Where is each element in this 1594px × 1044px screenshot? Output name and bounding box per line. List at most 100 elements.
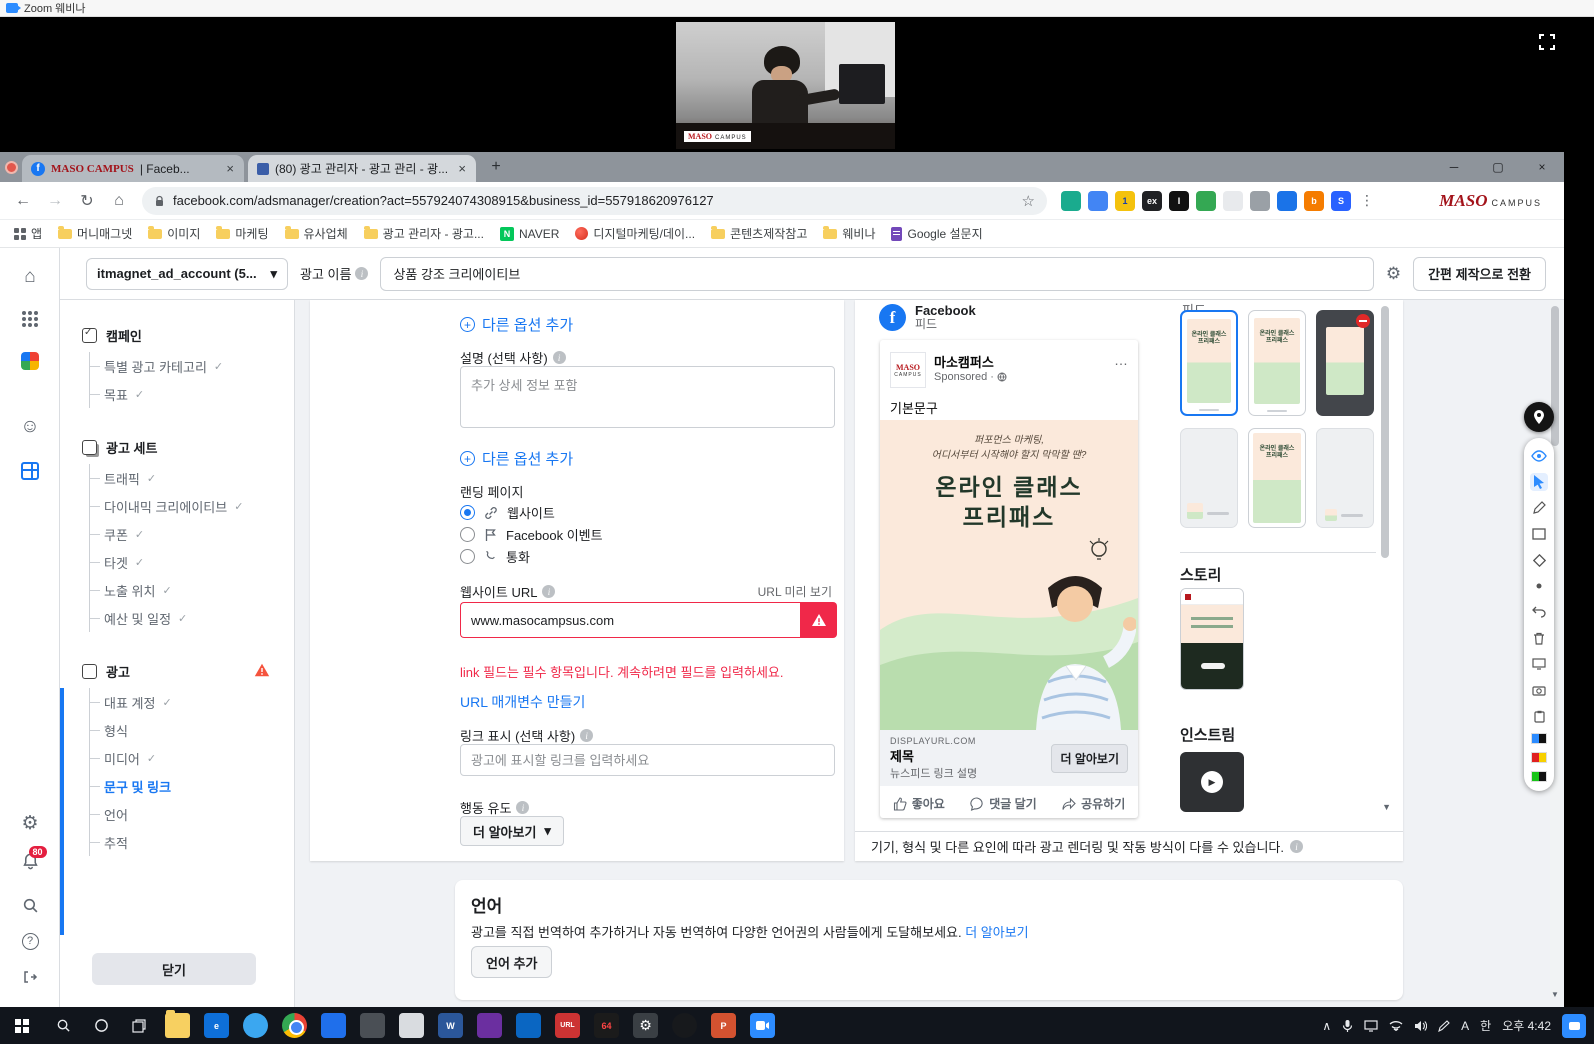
app-icon[interactable] <box>360 1013 385 1038</box>
nav-item-format[interactable]: 형식 <box>90 716 280 744</box>
camera-icon[interactable] <box>1530 681 1548 699</box>
rectangle-tool-icon[interactable] <box>1530 525 1548 543</box>
nav-item-placements[interactable]: 노출 위치✓ <box>90 576 280 604</box>
bookmark-google-forms[interactable]: Google 설문지 <box>891 225 982 242</box>
ad-account-selector[interactable]: itmagnet_ad_account (5... ▾ <box>86 258 288 290</box>
bookmark-item[interactable]: 광고 관리자 - 광고... <box>364 225 484 242</box>
feed-thumbnail-unavailable[interactable] <box>1316 310 1374 416</box>
extension-icon[interactable]: ex <box>1142 191 1162 211</box>
screen-tool-icon[interactable] <box>1530 655 1548 673</box>
outlook-icon[interactable] <box>516 1013 541 1038</box>
bookmark-item[interactable]: 마케팅 <box>216 225 268 242</box>
more-options-icon[interactable]: … <box>1114 352 1128 388</box>
settings-gear-icon[interactable]: ⚙ <box>0 808 60 838</box>
quick-creation-switch-button[interactable]: 간편 제작으로 전환 <box>1413 257 1546 291</box>
help-icon[interactable]: ? <box>0 926 60 956</box>
placement-thumbnail[interactable]: 온라인 클래스프리패스 <box>1248 428 1306 528</box>
url-parameter-link[interactable]: URL 매개변수 만들기 <box>460 692 585 712</box>
bookmark-item[interactable]: 콘텐츠제작참고 <box>711 225 807 242</box>
campaign-section-header[interactable]: 캠페인 <box>82 326 280 345</box>
learn-more-button[interactable]: 더 알아보기 <box>1051 744 1128 773</box>
extension-icon[interactable] <box>1277 191 1297 211</box>
tab-close-icon[interactable]: × <box>225 161 235 176</box>
minimize-button[interactable]: ─ <box>1432 152 1476 182</box>
radio-call[interactable]: 통화 <box>460 547 530 566</box>
close-button[interactable]: 닫기 <box>92 953 256 985</box>
reload-button[interactable]: ↻ <box>72 186 102 216</box>
nav-item-languages[interactable]: 언어 <box>90 800 280 828</box>
extension-icon[interactable]: S <box>1331 191 1351 211</box>
bookmark-item[interactable]: 웨비나 <box>823 225 875 242</box>
extension-icon[interactable] <box>1088 191 1108 211</box>
bookmark-naver[interactable]: NNAVER <box>500 227 559 241</box>
taskbar-search-icon[interactable] <box>44 1007 82 1044</box>
bookmark-item[interactable]: 머니매그넷 <box>58 225 132 242</box>
nav-item-traffic[interactable]: 트래픽✓ <box>90 464 280 492</box>
nav-item-objective[interactable]: 목표✓ <box>90 380 280 408</box>
powerpoint-icon[interactable]: P <box>711 1013 736 1038</box>
tab-maso-campus[interactable]: f MASO CAMPUS | Faceb... × <box>22 155 244 182</box>
url-app-icon[interactable]: URL <box>555 1013 580 1038</box>
close-window-button[interactable]: × <box>1520 152 1564 182</box>
tray-expand-icon[interactable]: ∧ <box>1322 1019 1331 1033</box>
placement-thumbnail[interactable] <box>1180 428 1238 528</box>
feed-thumbnail-selected[interactable]: 온라인 클래스프리패스 <box>1180 310 1238 416</box>
color-swatch[interactable] <box>1531 771 1547 782</box>
chrome-icon[interactable] <box>282 1013 307 1038</box>
file-explorer-icon[interactable] <box>165 1013 190 1038</box>
settings-icon[interactable]: ⚙ <box>633 1013 658 1038</box>
cta-dropdown[interactable]: 더 알아보기 ▾ <box>460 816 564 846</box>
display-icon[interactable] <box>1364 1020 1378 1032</box>
extension-icon[interactable] <box>1196 191 1216 211</box>
back-button[interactable]: ← <box>8 186 38 216</box>
edge-icon[interactable] <box>243 1013 268 1038</box>
home-icon[interactable]: ⌂ <box>0 262 60 292</box>
ad-name-input[interactable] <box>380 257 1373 291</box>
extension-icon[interactable] <box>1250 191 1270 211</box>
wifi-icon[interactable] <box>1389 1020 1403 1031</box>
color-swatch[interactable] <box>1531 752 1547 763</box>
apps-menu-icon[interactable] <box>0 304 60 334</box>
ad-section-header[interactable]: 광고 <box>82 662 280 681</box>
task-view-icon[interactable] <box>120 1007 158 1044</box>
website-url-input[interactable] <box>460 602 800 638</box>
trash-icon[interactable] <box>1530 629 1548 647</box>
pen-icon[interactable] <box>1530 499 1548 517</box>
pen-tray-icon[interactable] <box>1438 1020 1450 1032</box>
nav-item-offer[interactable]: 쿠폰✓ <box>90 520 280 548</box>
radio-facebook-event[interactable]: Facebook 이벤트 <box>460 525 603 544</box>
nav-item-media[interactable]: 미디어✓ <box>90 744 280 772</box>
undo-icon[interactable] <box>1530 603 1548 621</box>
radio-website[interactable]: 웹사이트 <box>460 503 555 522</box>
add-option-link[interactable]: + 다른 옵션 추가 <box>460 314 573 335</box>
campaigns-table-icon[interactable] <box>0 456 60 486</box>
notifications-bell-icon[interactable]: 80 <box>0 846 60 876</box>
nav-item-special-category[interactable]: 특별 광고 카테고리✓ <box>90 352 280 380</box>
learn-more-link[interactable]: 더 알아보기 <box>965 925 1028 940</box>
feed-thumbnail[interactable]: 온라인 클래스프리패스 <box>1248 310 1306 416</box>
mic-icon[interactable] <box>1342 1019 1353 1033</box>
nav-item-dynamic-creative[interactable]: 다이내믹 크리에이티브✓ <box>90 492 280 520</box>
start-button[interactable] <box>0 1007 44 1044</box>
ie-icon[interactable]: e <box>204 1013 229 1038</box>
like-button[interactable]: 좋아요 <box>893 795 945 812</box>
location-app-icon[interactable] <box>672 1013 697 1038</box>
clock[interactable]: 오후 4:42 <box>1502 1017 1551 1034</box>
tab-ads-manager[interactable]: (80) 광고 관리자 - 광고 관리 - 광... × <box>248 155 476 182</box>
extension-icon[interactable]: 1 <box>1115 191 1135 211</box>
add-language-button[interactable]: 언어 추가 <box>471 946 552 978</box>
dot-tool-icon[interactable] <box>1530 577 1548 595</box>
nav-item-tracking[interactable]: 추적 <box>90 828 280 856</box>
volume-icon[interactable] <box>1414 1020 1427 1032</box>
app-icon[interactable] <box>399 1013 424 1038</box>
cortana-icon[interactable] <box>82 1007 120 1044</box>
scroll-down-icon[interactable]: ▼ <box>1382 802 1391 812</box>
extension-icon[interactable]: I <box>1169 191 1189 211</box>
nav-item-text-links[interactable]: 문구 및 링크 <box>90 772 280 800</box>
ime-korean-indicator[interactable]: 한 <box>1480 1017 1491 1034</box>
cursor-icon[interactable] <box>1530 473 1548 491</box>
instream-thumbnail[interactable]: ▶ <box>1180 752 1244 812</box>
app-64-icon[interactable]: 64 <box>594 1013 619 1038</box>
preview-scrollbar[interactable] <box>1381 306 1389 818</box>
scroll-down-icon[interactable]: ▼ <box>1550 990 1560 999</box>
